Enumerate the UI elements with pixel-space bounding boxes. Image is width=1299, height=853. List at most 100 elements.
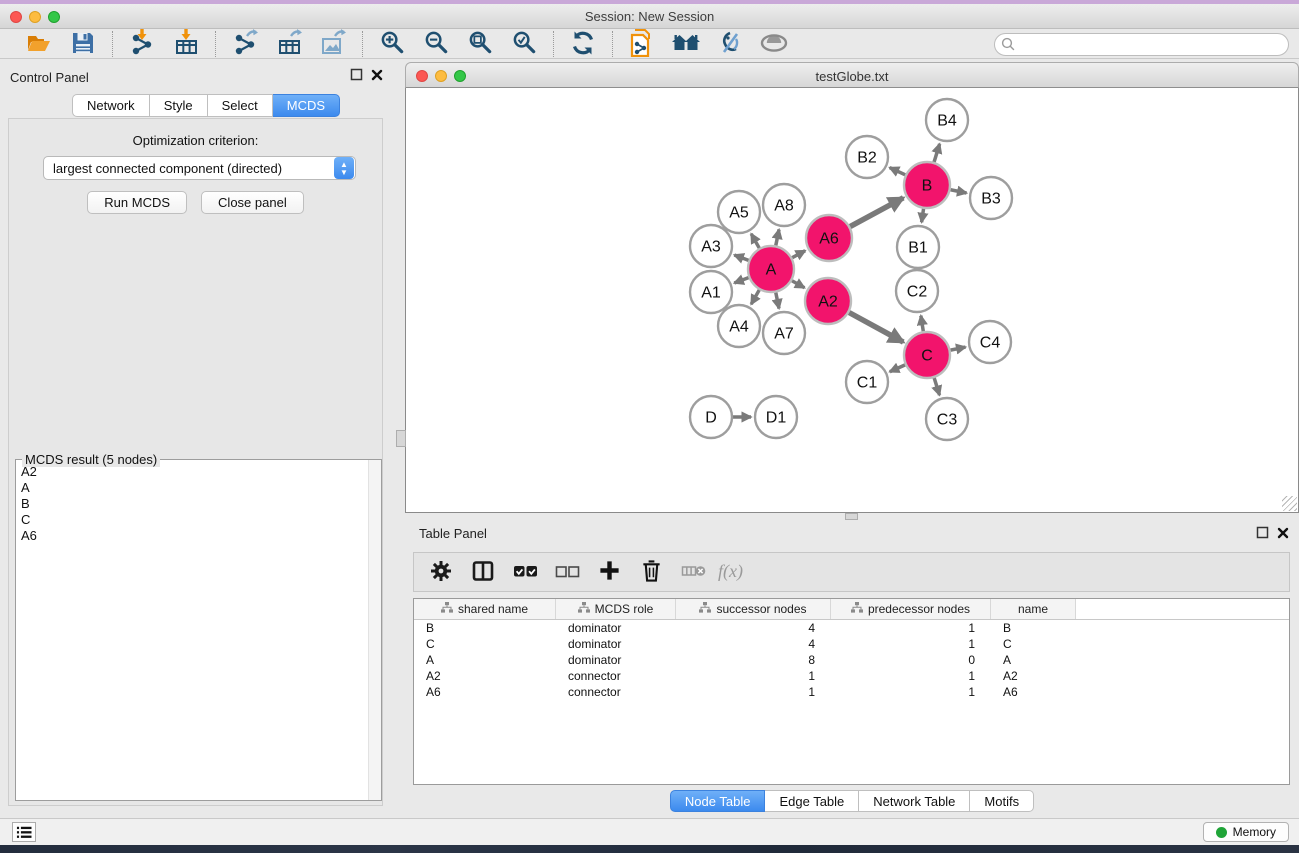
- resize-grip-icon[interactable]: [1282, 496, 1297, 511]
- table-row[interactable]: A2connector11A2: [414, 668, 1289, 684]
- edge-B-B4[interactable]: [934, 144, 940, 162]
- import-table-button[interactable]: [169, 31, 203, 58]
- import-network-button[interactable]: [125, 31, 159, 58]
- graph-node-A4[interactable]: A4: [718, 305, 760, 347]
- edge-B-B3[interactable]: [951, 190, 967, 193]
- tab-motifs[interactable]: Motifs: [970, 790, 1034, 812]
- show-tasks-button[interactable]: [12, 822, 36, 842]
- select-all-button[interactable]: [512, 559, 538, 585]
- edge-A-A6[interactable]: [792, 251, 805, 258]
- tab-network-table[interactable]: Network Table: [859, 790, 970, 812]
- graph-node-A6[interactable]: A6: [806, 215, 852, 261]
- horizontal-splitter-handle[interactable]: [845, 513, 858, 520]
- hide-style-button[interactable]: [713, 31, 747, 58]
- graph-node-B4[interactable]: B4: [926, 99, 968, 141]
- export-network-button[interactable]: [228, 31, 262, 58]
- zoom-out-button[interactable]: [419, 31, 453, 58]
- graph-node-A[interactable]: A: [748, 246, 794, 292]
- graph-node-A3[interactable]: A3: [690, 225, 732, 267]
- tab-select[interactable]: Select: [208, 94, 273, 117]
- zoom-in-button[interactable]: [375, 31, 409, 58]
- save-session-button[interactable]: [66, 31, 100, 58]
- edge-B-B1[interactable]: [922, 209, 924, 223]
- zoom-selected-button[interactable]: [507, 31, 541, 58]
- vertical-splitter-handle[interactable]: [396, 430, 406, 447]
- edge-A-A5[interactable]: [751, 234, 759, 248]
- graph-node-C2[interactable]: C2: [896, 270, 938, 312]
- graph-node-D1[interactable]: D1: [755, 396, 797, 438]
- edge-A-A1[interactable]: [734, 278, 748, 283]
- delete-button[interactable]: [638, 559, 664, 585]
- result-list-item[interactable]: A: [17, 480, 367, 496]
- memory-button[interactable]: Memory: [1203, 822, 1289, 842]
- edge-C-C2[interactable]: [921, 316, 923, 332]
- graph-node-C[interactable]: C: [904, 332, 950, 378]
- export-image-button[interactable]: [316, 31, 350, 58]
- result-list-item[interactable]: A2: [17, 464, 367, 480]
- run-mcds-button[interactable]: Run MCDS: [87, 191, 187, 214]
- zoom-fit-button[interactable]: [463, 31, 497, 58]
- network-graph[interactable]: A A6 A2 B C A1A3 A4 A5 A7 A8 B1 B2 B3B4 C1 C2 C3C4 D D1: [406, 88, 1298, 511]
- edge-A-A3[interactable]: [734, 255, 748, 260]
- edge-C-C4[interactable]: [951, 347, 966, 350]
- graph-node-A1[interactable]: A1: [690, 271, 732, 313]
- graph-node-A5[interactable]: A5: [718, 191, 760, 233]
- graph-node-D[interactable]: D: [690, 396, 732, 438]
- column-header-predecessor-nodes[interactable]: predecessor nodes: [831, 599, 991, 619]
- table-row[interactable]: Bdominator41B: [414, 620, 1289, 636]
- tab-style[interactable]: Style: [150, 94, 208, 117]
- edge-C-C1[interactable]: [890, 365, 905, 372]
- edge-B-B2[interactable]: [890, 168, 906, 175]
- float-panel-icon[interactable]: [350, 68, 363, 84]
- settings-button[interactable]: [428, 559, 454, 585]
- node-table[interactable]: shared nameMCDS rolesuccessor nodesprede…: [413, 598, 1290, 785]
- search-input[interactable]: [994, 33, 1289, 56]
- close-panel-icon[interactable]: [371, 69, 383, 84]
- table-row[interactable]: A6connector11A6: [414, 684, 1289, 700]
- float-table-panel-icon[interactable]: [1256, 526, 1269, 542]
- deselect-all-button[interactable]: [554, 559, 580, 585]
- edge-A-A8[interactable]: [776, 229, 779, 245]
- tab-mcds[interactable]: MCDS: [273, 94, 340, 117]
- network-canvas[interactable]: A A6 A2 B C A1A3 A4 A5 A7 A8 B1 B2 B3B4 C1 C2 C3C4 D D1: [405, 88, 1299, 513]
- column-header-MCDS-role[interactable]: MCDS role: [556, 599, 676, 619]
- column-header-successor-nodes[interactable]: successor nodes: [676, 599, 831, 619]
- add-button[interactable]: [596, 559, 622, 585]
- tab-node-table[interactable]: Node Table: [670, 790, 766, 812]
- edge-A2-C[interactable]: [849, 312, 903, 342]
- function-button[interactable]: f(x): [722, 559, 748, 585]
- graph-node-C3[interactable]: C3: [926, 398, 968, 440]
- graph-node-A8[interactable]: A8: [763, 184, 805, 226]
- edge-A-A7[interactable]: [776, 293, 779, 309]
- graph-node-A2[interactable]: A2: [805, 278, 851, 324]
- column-header-shared-name[interactable]: shared name: [414, 599, 556, 619]
- result-list-item[interactable]: B: [17, 496, 367, 512]
- export-table-button[interactable]: [272, 31, 306, 58]
- close-table-panel-icon[interactable]: [1277, 527, 1289, 542]
- graph-node-B2[interactable]: B2: [846, 136, 888, 178]
- graph-node-B[interactable]: B: [904, 162, 950, 208]
- graph-node-A7[interactable]: A7: [763, 312, 805, 354]
- table-row[interactable]: Adominator80A: [414, 652, 1289, 668]
- network-window-titlebar[interactable]: testGlobe.txt: [405, 62, 1299, 88]
- criterion-select[interactable]: largest connected component (directed) ▲…: [43, 156, 356, 180]
- column-header-name[interactable]: name: [991, 599, 1076, 619]
- tab-edge-table[interactable]: Edge Table: [765, 790, 859, 812]
- graph-node-B3[interactable]: B3: [970, 177, 1012, 219]
- edge-C-C3[interactable]: [934, 378, 939, 395]
- edge-A6-B[interactable]: [850, 198, 903, 227]
- tab-network[interactable]: Network: [72, 94, 150, 117]
- result-list-item[interactable]: A6: [17, 528, 367, 544]
- table-row[interactable]: Cdominator41C: [414, 636, 1289, 652]
- edge-A-A4[interactable]: [751, 290, 759, 304]
- clone-network-button[interactable]: [625, 31, 659, 58]
- close-panel-button[interactable]: Close panel: [201, 191, 304, 214]
- graph-node-C1[interactable]: C1: [846, 361, 888, 403]
- delete-column-button[interactable]: [680, 559, 706, 585]
- mcds-result-list[interactable]: A2ABCA6: [17, 464, 367, 798]
- graph-node-C4[interactable]: C4: [969, 321, 1011, 363]
- graph-node-B1[interactable]: B1: [897, 226, 939, 268]
- columns-button[interactable]: [470, 559, 496, 585]
- show-graphics-button[interactable]: [757, 31, 791, 58]
- refresh-button[interactable]: [566, 31, 600, 58]
